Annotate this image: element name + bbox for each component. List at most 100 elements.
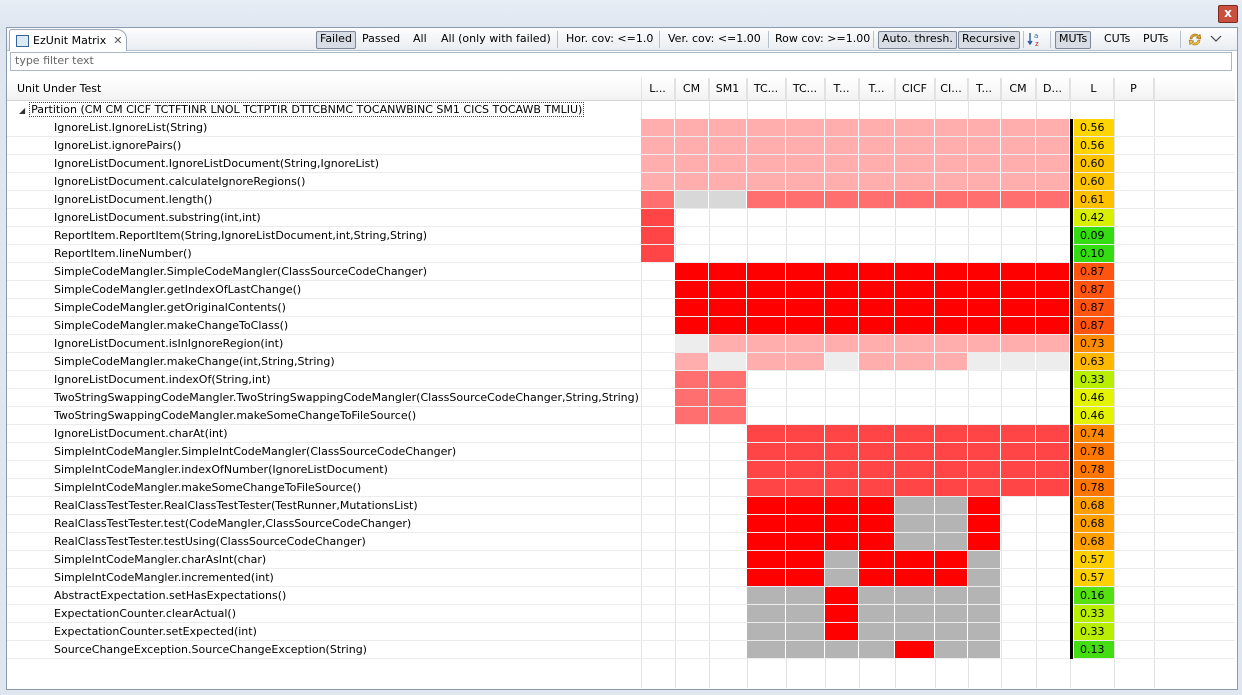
matrix-cell[interactable] [895, 623, 934, 640]
matrix-cell[interactable] [935, 155, 967, 172]
unit-row-label[interactable]: IgnoreListDocument.calculateIgnoreRegion… [54, 173, 305, 191]
matrix-cell[interactable] [968, 353, 1000, 370]
matrix-cell[interactable] [786, 587, 824, 604]
matrix-cell[interactable] [786, 425, 824, 442]
matrix-cell[interactable] [675, 191, 708, 208]
matrix-cell[interactable] [968, 443, 1000, 460]
matrix-cell[interactable] [895, 569, 934, 586]
matrix-cell[interactable] [786, 497, 824, 514]
matrix-cell[interactable] [968, 533, 1000, 550]
matrix-cell[interactable] [709, 263, 746, 280]
matrix-cell[interactable] [709, 137, 746, 154]
test-column-header[interactable]: TC... [786, 78, 825, 100]
metric-column-header[interactable]: P [1114, 78, 1154, 100]
unit-row-label[interactable]: SimpleCodeMangler.makeChange(int,String,… [54, 353, 335, 371]
unit-row-label[interactable]: ReportItem.lineNumber() [54, 245, 192, 263]
matrix-cell[interactable] [968, 299, 1000, 316]
matrix-cell[interactable] [747, 119, 785, 136]
matrix-cell[interactable] [786, 281, 824, 298]
matrix-cell[interactable] [709, 407, 746, 424]
matrix-cell[interactable] [895, 263, 934, 280]
matrix-cell[interactable] [747, 569, 785, 586]
matrix-cell[interactable] [895, 317, 934, 334]
matrix-cell[interactable] [968, 173, 1000, 190]
unit-row-label[interactable]: IgnoreListDocument.substring(int,int) [54, 209, 261, 227]
matrix-cell[interactable] [786, 155, 824, 172]
matrix-cell[interactable] [895, 479, 934, 496]
matrix-cell[interactable] [935, 551, 967, 568]
test-column-header[interactable]: T... [859, 78, 895, 100]
matrix-cell[interactable] [935, 479, 967, 496]
matrix-cell[interactable] [641, 209, 674, 226]
matrix-cell[interactable] [935, 299, 967, 316]
matrix-cell[interactable] [709, 317, 746, 334]
sync-icon[interactable] [1187, 31, 1203, 47]
expand-triangle-icon[interactable]: ◢ [19, 106, 25, 115]
matrix-cell[interactable] [747, 191, 785, 208]
matrix-cell[interactable] [675, 317, 708, 334]
matrix-cell[interactable] [1001, 335, 1035, 352]
matrix-cell[interactable] [895, 335, 934, 352]
matrix-cell[interactable] [895, 641, 934, 658]
matrix-cell[interactable] [895, 605, 934, 622]
test-column-header[interactable]: CICF [895, 78, 935, 100]
unit-row-label[interactable]: IgnoreListDocument.isInIgnoreRegion(int) [54, 335, 283, 353]
filter-field[interactable] [10, 52, 1232, 71]
unit-row-label[interactable]: ExpectationCounter.setExpected(int) [54, 623, 257, 641]
matrix-cell[interactable] [709, 119, 746, 136]
matrix-cell[interactable] [935, 119, 967, 136]
matrix-cell[interactable] [786, 299, 824, 316]
matrix-cell[interactable] [1036, 461, 1069, 478]
unit-row-label[interactable]: SimpleCodeMangler.getOriginalContents() [54, 299, 286, 317]
matrix-cell[interactable] [786, 641, 824, 658]
matrix-cell[interactable] [641, 119, 674, 136]
matrix-cell[interactable] [825, 605, 858, 622]
matrix-cell[interactable] [895, 155, 934, 172]
matrix-cell[interactable] [935, 425, 967, 442]
matrix-cell[interactable] [895, 119, 934, 136]
test-column-header[interactable]: CM [1001, 78, 1036, 100]
matrix-cell[interactable] [895, 443, 934, 460]
matrix-cell[interactable] [1036, 173, 1069, 190]
tab-close-icon[interactable]: ✕ [113, 34, 122, 47]
matrix-cell[interactable] [895, 191, 934, 208]
matrix-cell[interactable] [968, 335, 1000, 352]
matrix-cell[interactable] [747, 173, 785, 190]
matrix-cell[interactable] [709, 155, 746, 172]
matrix-cell[interactable] [1036, 317, 1069, 334]
unit-row-label[interactable]: SimpleCodeMangler.makeChangeToClass() [54, 317, 288, 335]
test-column-header[interactable]: L... [641, 78, 675, 100]
matrix-cell[interactable] [747, 497, 785, 514]
matrix-cell[interactable] [747, 479, 785, 496]
matrix-cell[interactable] [825, 425, 858, 442]
matrix-cell[interactable] [786, 119, 824, 136]
matrix-cell[interactable] [675, 407, 708, 424]
matrix-cell[interactable] [786, 461, 824, 478]
matrix-cell[interactable] [675, 335, 708, 352]
matrix-cell[interactable] [895, 551, 934, 568]
matrix-cell[interactable] [935, 281, 967, 298]
matrix-cell[interactable] [895, 281, 934, 298]
matrix-cell[interactable] [747, 551, 785, 568]
matrix-cell[interactable] [1036, 443, 1069, 460]
matrix-cell[interactable] [859, 137, 894, 154]
matrix-cell[interactable] [968, 191, 1000, 208]
unit-row-label[interactable]: IgnoreListDocument.IgnoreListDocument(St… [54, 155, 379, 173]
filter-all-button[interactable]: All [410, 31, 430, 47]
matrix-cell[interactable] [825, 497, 858, 514]
matrix-cell[interactable] [895, 533, 934, 550]
matrix-cell[interactable] [859, 119, 894, 136]
matrix-cell[interactable] [641, 191, 674, 208]
matrix-cell[interactable] [1001, 443, 1035, 460]
matrix-cell[interactable] [786, 605, 824, 622]
unit-row-label[interactable]: IgnoreListDocument.charAt(int) [54, 425, 228, 443]
partition-node[interactable]: ◢ Partition (CM CM CICF TCTFTINR LNOL TCT… [19, 101, 585, 119]
unit-row-label[interactable]: SourceChangeException.SourceChangeExcept… [54, 641, 367, 659]
matrix-cell[interactable] [935, 533, 967, 550]
matrix-cell[interactable] [675, 353, 708, 370]
matrix-cell[interactable] [747, 155, 785, 172]
matrix-cell[interactable] [1001, 353, 1035, 370]
matrix-cell[interactable] [859, 425, 894, 442]
matrix-cell[interactable] [675, 299, 708, 316]
matrix-cell[interactable] [747, 425, 785, 442]
